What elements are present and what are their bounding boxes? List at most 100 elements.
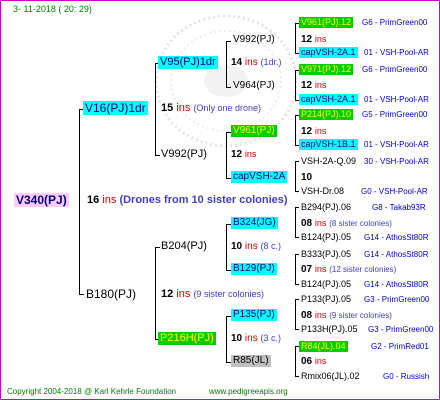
line-info-sdds: 30 - VSH-Pool-AR xyxy=(364,157,429,166)
website-link[interactable]: www.pedigreeapis.org xyxy=(209,388,288,396)
queen-count-ssd: 12 ins xyxy=(301,81,326,91)
connector-line xyxy=(155,247,156,339)
ins-label: ins xyxy=(176,102,191,114)
ins-label: ins xyxy=(314,34,327,44)
count-value: 10 xyxy=(231,241,243,252)
ins-label: ins xyxy=(244,333,258,344)
count-value: 16 xyxy=(87,194,100,206)
queen-count-ddd: 06 ins xyxy=(301,357,326,367)
queen-node-ddd[interactable]: R85(JL) xyxy=(231,355,271,367)
line-info-ssdd: 01 - VSH-Pool-AR xyxy=(364,95,429,104)
queen-node-ddss[interactable]: P133(PJ).05 xyxy=(301,295,351,304)
count-value: 15 xyxy=(161,102,174,114)
queen-node-dam-sire[interactable]: B204(PJ) xyxy=(161,241,207,252)
drone-note: (1dr.) xyxy=(260,57,282,67)
report-date: 3- 11-2018 ( 20: 29) xyxy=(13,4,92,14)
connector-line xyxy=(295,346,296,376)
queen-node-sdds[interactable]: VSH-2A-Q.09 xyxy=(301,157,356,166)
queen-node-ssd[interactable]: V964(PJ) xyxy=(233,81,275,91)
queen-node-dddd[interactable]: Rmix06(JL).02 xyxy=(301,372,360,381)
line-info-ssds: G6 - PrimGreen00 xyxy=(362,65,428,74)
queen-count-dds: 08 ins (9 sister colonies) xyxy=(301,311,392,321)
queen-count-sdd: 10 xyxy=(301,173,312,183)
connector-line xyxy=(226,41,227,87)
line-info-dsss: G8 - Takab93R xyxy=(372,203,426,212)
line-info-ddss: G3 - PrimGreen00 xyxy=(364,295,430,304)
connector-line xyxy=(226,316,227,362)
queen-node-ddds[interactable]: R84(JL).04 xyxy=(299,341,348,352)
queen-node-dam-dam[interactable]: P216H(PJ) xyxy=(158,332,216,345)
ins-label: ins xyxy=(314,218,327,228)
queen-node-sire-sire[interactable]: V95(PJ)1dr xyxy=(158,56,218,69)
drone-note: (8 c.) xyxy=(260,241,281,251)
queen-node-ssss[interactable]: V961(PJ).12 xyxy=(299,17,354,28)
queen-node-sdd[interactable]: capVSH-2A xyxy=(231,171,288,183)
queen-node-dsdd[interactable]: B124(PJ).05 xyxy=(301,280,351,289)
copyright-footer: Copyright 2004-2018 @ Karl Kehrle Founda… xyxy=(7,387,177,396)
ins-label: ins xyxy=(314,310,327,320)
count-value: 12 xyxy=(161,288,174,300)
connector-line xyxy=(155,155,160,156)
queen-count-root: 16 ins (Drones from 10 sister colonies) xyxy=(87,195,288,206)
connector-line xyxy=(79,109,80,294)
queen-node-ssds[interactable]: V971(PJ).12 xyxy=(299,64,354,75)
queen-node-sddd[interactable]: VSH-Dr.08 xyxy=(301,187,344,196)
drone-note: (3 c.) xyxy=(260,333,281,343)
connector-line xyxy=(295,237,299,238)
queen-node-dss[interactable]: B324(JG) xyxy=(231,217,278,229)
ins-label: ins xyxy=(314,356,327,366)
count-value: 06 xyxy=(301,356,313,367)
connector-line xyxy=(155,247,160,248)
pedigree-frame: 3- 11-2018 ( 20: 29) V340(PJ) 16 ins (Dr… xyxy=(0,0,440,400)
line-info-dssd: G14 - AthosSt80R xyxy=(364,233,429,242)
count-value: 10 xyxy=(301,172,313,183)
line-info-dsdd: G14 - AthosSt80R xyxy=(364,280,429,289)
queen-node-dds[interactable]: P135(PJ) xyxy=(231,309,277,321)
count-value: 08 xyxy=(301,310,313,321)
drone-note: (9 sister colonies) xyxy=(329,311,392,320)
queen-node-sire[interactable]: V16(PJ)1dr xyxy=(83,101,148,115)
queen-node-sss[interactable]: V992(PJ) xyxy=(233,35,275,45)
connector-line xyxy=(295,161,299,162)
connector-line xyxy=(295,207,299,208)
connector-line xyxy=(295,254,299,255)
queen-count-sire-dam: 12 ins xyxy=(231,150,256,160)
queen-node-ssdd[interactable]: capVSH-2A.1 xyxy=(299,94,358,105)
ins-label: ins xyxy=(102,194,117,206)
connector-line xyxy=(226,87,231,88)
queen-node-root[interactable]: V340(PJ) xyxy=(14,193,69,207)
queen-node-sds[interactable]: V961(PJ) xyxy=(231,125,277,137)
queen-node-dsds[interactable]: B333(PJ).05 xyxy=(301,250,351,259)
queen-node-sssd[interactable]: capVSH-2A.1 xyxy=(299,47,358,58)
count-value: 14 xyxy=(231,57,243,68)
queen-node-sdss[interactable]: P214(PJ).10 xyxy=(299,109,354,120)
line-info-ddsd: G3 - PrimGreen00 xyxy=(368,325,434,334)
count-value: 07 xyxy=(301,264,313,275)
drone-note: (Drones from 10 sister colonies) xyxy=(119,194,288,206)
drone-note: (12 sister colonies) xyxy=(329,265,397,274)
count-value: 12 xyxy=(231,149,243,160)
connector-line xyxy=(295,299,296,329)
queen-count-dss: 08 ins (8 sister colonies) xyxy=(301,219,392,229)
line-info-sdss: G5 - PrimGreen00 xyxy=(362,110,428,119)
queen-node-dam[interactable]: B180(PJ) xyxy=(86,288,136,300)
line-info-dsds: G14 - AthosSt80R xyxy=(364,250,429,259)
connector-line xyxy=(295,115,296,145)
connector-line xyxy=(226,41,231,42)
queen-node-dsd[interactable]: B129(PJ) xyxy=(231,263,277,275)
ins-label: ins xyxy=(314,264,327,274)
count-value: 12 xyxy=(301,34,313,45)
queen-node-ddsd[interactable]: P133H(PJ).05 xyxy=(301,325,358,334)
drone-note: (Only one drone) xyxy=(193,103,261,113)
connector-line xyxy=(295,376,299,377)
line-info-sddd: G0 - VSH-Pool-AR xyxy=(361,187,428,196)
ins-label: ins xyxy=(176,288,191,300)
queen-node-sdsd[interactable]: capVSH-1B.1 xyxy=(299,139,358,150)
connector-line xyxy=(295,161,296,191)
line-info-ddds: G2 - PrimRed01 xyxy=(371,342,429,351)
queen-node-dssd[interactable]: B124(PJ).05 xyxy=(301,233,351,242)
queen-node-dsss[interactable]: B294(PJ).06 xyxy=(301,203,351,212)
queen-count-dam-sire: 10 ins (8 c.) xyxy=(231,242,281,252)
queen-node-sire-dam[interactable]: V992(PJ) xyxy=(161,149,207,160)
line-info-ssss: G6 - PrimGreen00 xyxy=(362,18,428,27)
